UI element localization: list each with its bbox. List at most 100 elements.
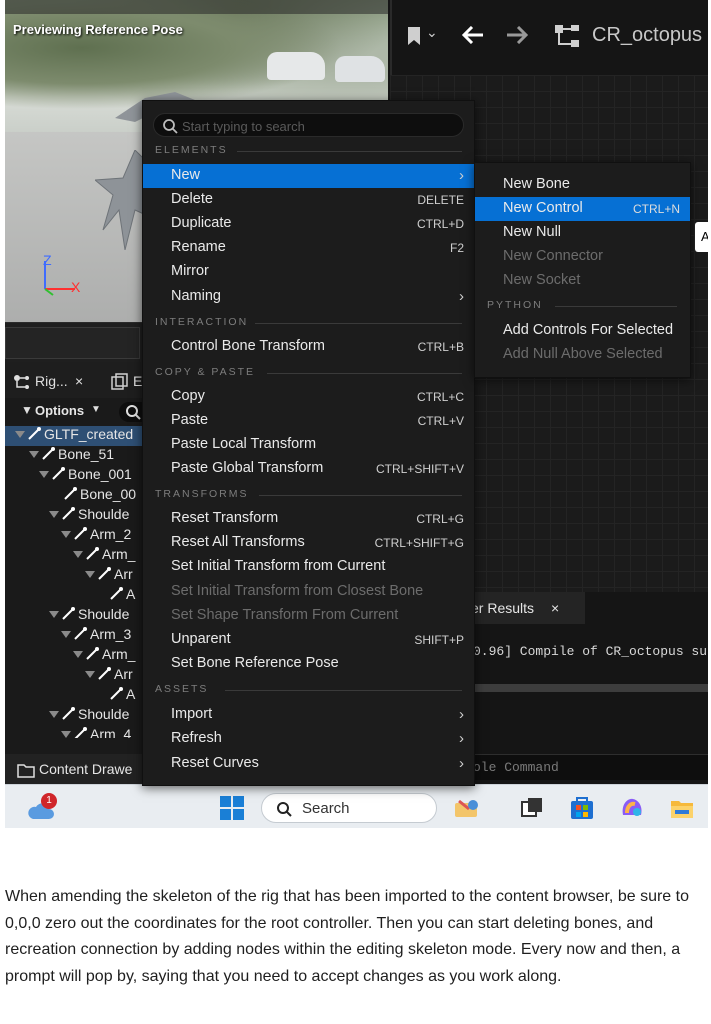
windows-start-icon[interactable] — [219, 795, 245, 821]
content-drawer-label: Content Drawe — [39, 761, 133, 777]
menu-item-mirror[interactable]: Mirror — [143, 260, 474, 284]
tree-label: Arm_ — [102, 646, 136, 662]
menu-item-naming[interactable]: Naming › — [143, 285, 474, 309]
tree-row[interactable]: Shoulde — [5, 606, 155, 626]
bookmark-icon[interactable] — [406, 26, 422, 46]
tab-rig-hierarchy[interactable]: Rig... — [35, 373, 68, 389]
panel-tab-icon — [111, 373, 128, 390]
console-command-input[interactable]: ole Command — [465, 754, 708, 780]
menu-item-control-bone-transform[interactable]: Control Bone Transform CTRL+B — [143, 335, 474, 359]
tree-label: A — [126, 586, 136, 602]
section-interaction: INTERACTION — [155, 316, 462, 332]
viewport-toolbar[interactable] — [5, 0, 388, 14]
new-submenu: New Bone New Control CTRL+N New Null New … — [474, 162, 691, 378]
filter-icon[interactable]: ▼ — [21, 403, 33, 417]
horizontal-scrollbar[interactable] — [465, 684, 708, 692]
menu-item-paste[interactable]: Paste CTRL+V — [143, 409, 474, 433]
graph-toolbar: ⌄ CR_octopus — [390, 0, 708, 75]
content-drawer-button[interactable]: Content Drawe — [5, 754, 155, 784]
section-copy-paste: COPY & PASTE — [155, 366, 462, 382]
tree-label: Arm_3 — [90, 626, 132, 642]
forward-arrow-icon[interactable] — [506, 26, 528, 44]
tree-row[interactable]: Bone_51 — [5, 446, 155, 466]
tree-row[interactable]: Arm_ — [5, 546, 155, 566]
menu-item-paste-local-transform[interactable]: Paste Local Transform — [143, 433, 474, 457]
tab-compiler-results[interactable]: er Results × — [465, 592, 585, 624]
menu-item-paste-global-transform[interactable]: Paste Global Transform CTRL+SHIFT+V — [143, 457, 474, 481]
taskbar-search-box[interactable]: Search — [261, 793, 437, 823]
microsoft-store-icon[interactable] — [569, 795, 595, 821]
search-label: Search — [302, 800, 350, 817]
tree-row[interactable]: Arm_ — [5, 646, 155, 666]
background-car — [335, 56, 385, 82]
menu-item-import[interactable]: Import › — [143, 703, 474, 727]
tree-label: Arr — [114, 666, 133, 682]
tree-row[interactable]: Bone_001 — [5, 466, 155, 486]
control-rig-icon — [555, 25, 579, 47]
menu-item-rename[interactable]: Rename F2 — [143, 236, 474, 260]
menu-item-reset-transform[interactable]: Reset Transform CTRL+G — [143, 507, 474, 531]
tree-row[interactable]: Bone_00 — [5, 486, 155, 506]
tree-row[interactable]: Shoulde — [5, 706, 155, 726]
menu-item-copy[interactable]: Copy CTRL+C — [143, 385, 474, 409]
search-icon — [163, 119, 178, 134]
submenu-item-new-null[interactable]: New Null — [475, 221, 690, 245]
options-button[interactable]: Options — [35, 403, 84, 418]
menu-item-set-initial-from-current[interactable]: Set Initial Transform from Current — [143, 555, 474, 579]
menu-item-unparent[interactable]: Unparent SHIFT+P — [143, 628, 474, 652]
tree-row[interactable]: Arm_2 — [5, 526, 155, 546]
widgets-icon[interactable] — [453, 795, 479, 821]
context-menu: ELEMENTS New› DeleteDELETE DuplicateCTRL… — [142, 100, 475, 786]
tree-row[interactable]: GLTF_created — [5, 426, 155, 446]
tree-label: Arm_ — [102, 546, 136, 562]
menu-search-input[interactable] — [182, 117, 452, 135]
menu-item-set-bone-reference-pose[interactable]: Set Bone Reference Pose — [143, 652, 474, 676]
menu-item-new[interactable]: New › — [143, 164, 474, 188]
chevron-down-icon[interactable]: ▼ — [91, 404, 101, 415]
tree-label: Shoulde — [78, 506, 130, 522]
menu-item-reset-all-transforms[interactable]: Reset All Transforms CTRL+SHIFT+G — [143, 531, 474, 555]
submenu-item-new-bone[interactable]: New Bone — [475, 173, 690, 197]
tab-second[interactable]: E — [133, 373, 142, 389]
axis-z-label: Z — [43, 252, 52, 268]
tree-label: Bone_00 — [80, 486, 137, 502]
tree-row[interactable]: Shoulde — [5, 506, 155, 526]
tree-row[interactable]: Arm_3 — [5, 626, 155, 646]
back-arrow-icon[interactable] — [462, 26, 484, 44]
chevron-right-icon: › — [459, 730, 464, 747]
caption-paragraph: When amending the skeleton of the rig th… — [5, 888, 689, 985]
rig-panel-tabs: Rig... × E — [5, 362, 155, 398]
chevron-right-icon: › — [459, 167, 464, 184]
tree-row[interactable]: A — [5, 686, 155, 706]
chevron-right-icon: › — [459, 288, 464, 305]
menu-item-refresh[interactable]: Refresh › — [143, 727, 474, 751]
rig-options-bar: ▼ Options ▼ — [5, 398, 155, 424]
submenu-item-new-control[interactable]: New Control CTRL+N — [475, 197, 690, 221]
tree-label: Bone_51 — [58, 446, 115, 462]
menu-item-set-initial-from-closest-bone: Set Initial Transform from Closest Bone — [171, 583, 424, 599]
menu-item-delete[interactable]: Delete DELETE — [143, 188, 474, 212]
tree-row[interactable]: A — [5, 586, 155, 606]
console-placeholder: ole Command — [473, 760, 559, 775]
tooltip-edge: A — [695, 222, 708, 252]
tree-row[interactable]: Arr — [5, 666, 155, 686]
menu-item-duplicate[interactable]: Duplicate CTRL+D — [143, 212, 474, 236]
section-python: PYTHON — [487, 299, 677, 315]
close-icon[interactable]: × — [75, 373, 83, 389]
tree-row[interactable]: Arr — [5, 566, 155, 586]
menu-item-reset-curves[interactable]: Reset Curves › — [143, 752, 474, 776]
tree-row[interactable]: Arm_4 — [5, 726, 155, 738]
viewport-bottom-field[interactable] — [5, 327, 140, 359]
submenu-item-new-socket: New Socket — [503, 272, 581, 288]
tree-label: Arm_2 — [90, 526, 132, 542]
rig-hierarchy-panel: Rig... × E ▼ Options ▼ GLTF_created Bone… — [5, 362, 155, 754]
tab-label: er Results — [471, 600, 535, 616]
copilot-icon[interactable] — [619, 795, 645, 821]
chevron-down-icon[interactable]: ⌄ — [426, 24, 438, 41]
file-explorer-icon[interactable] — [669, 795, 695, 821]
task-view-icon[interactable] — [519, 795, 545, 821]
notification-badge: 1 — [41, 793, 57, 809]
submenu-item-add-controls-for-selected[interactable]: Add Controls For Selected — [475, 319, 690, 343]
chevron-right-icon: › — [459, 755, 464, 772]
close-icon[interactable]: × — [551, 600, 559, 616]
